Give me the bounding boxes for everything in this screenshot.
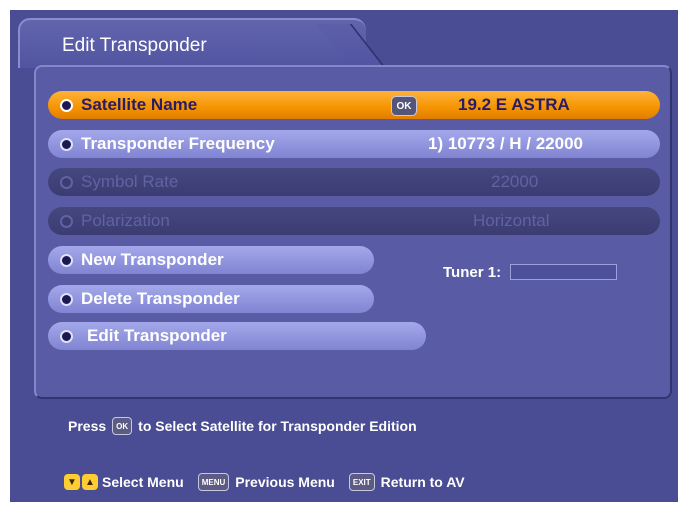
radio-bullet-icon: [60, 214, 73, 228]
arrow-down-key-icon: ▼: [64, 474, 80, 490]
radio-bullet-icon: [60, 98, 73, 112]
osd-screen: Edit Transponder Satellite Name OK 19.2 …: [10, 10, 678, 502]
menu-item-satellite-name[interactable]: Satellite Name OK 19.2 E ASTRA: [48, 91, 660, 119]
menu-item-label: New Transponder: [81, 250, 224, 269]
footer-help: ▼ ▲ Select Menu MENU Previous Menu EXIT …: [64, 473, 465, 491]
exit-key-icon: EXIT: [348, 473, 375, 491]
menu-item-delete-transponder[interactable]: Delete Transponder: [48, 285, 374, 313]
page-title: Edit Transponder: [62, 35, 207, 56]
menu-item-transponder-frequency[interactable]: Transponder Frequency 1) 10773 / H / 220…: [48, 130, 660, 158]
ok-key-icon: OK: [112, 417, 133, 435]
radio-bullet-icon: [60, 175, 73, 189]
menu-key-icon: MENU: [197, 473, 230, 491]
menu-item-label: Polarization: [81, 211, 170, 230]
menu-item-polarization: Polarization Horizontal: [48, 207, 660, 235]
submenu-arrow-icon: [60, 329, 73, 343]
satellite-value: 19.2 E ASTRA: [458, 95, 570, 114]
menu-item-symbol-rate: Symbol Rate 22000: [48, 168, 660, 196]
hint-text: to Select Satellite for Transponder Edit…: [138, 418, 417, 434]
hint-press: Press: [68, 418, 107, 434]
frequency-value: 1) 10773 / H / 22000: [428, 134, 584, 153]
tuner-label: Tuner 1:: [443, 264, 502, 281]
menu-item-label: Edit Transponder: [87, 326, 227, 345]
menu-item-label: Symbol Rate: [81, 172, 179, 191]
radio-bullet-icon: [60, 137, 73, 151]
symbol-rate-value: 22000: [491, 172, 539, 191]
footer-return-av: Return to AV: [380, 474, 465, 490]
arrow-up-key-icon: ▲: [82, 474, 98, 490]
radio-bullet-icon: [60, 253, 73, 267]
radio-bullet-icon: [60, 292, 73, 306]
footer-previous-menu: Previous Menu: [235, 474, 335, 490]
footer-select-menu: Select Menu: [102, 474, 184, 490]
polarization-value: Horizontal: [473, 211, 550, 230]
menu-item-edit-transponder[interactable]: Edit Transponder: [48, 322, 426, 350]
tuner-signal-bar: [510, 264, 617, 280]
menu-item-label: Satellite Name: [81, 95, 198, 114]
ok-key-icon: OK: [391, 96, 417, 116]
menu-item-new-transponder[interactable]: New Transponder: [48, 246, 374, 274]
help-hint: Press OK to Select Satellite for Transpo…: [68, 417, 417, 435]
menu-item-label: Delete Transponder: [81, 289, 240, 308]
